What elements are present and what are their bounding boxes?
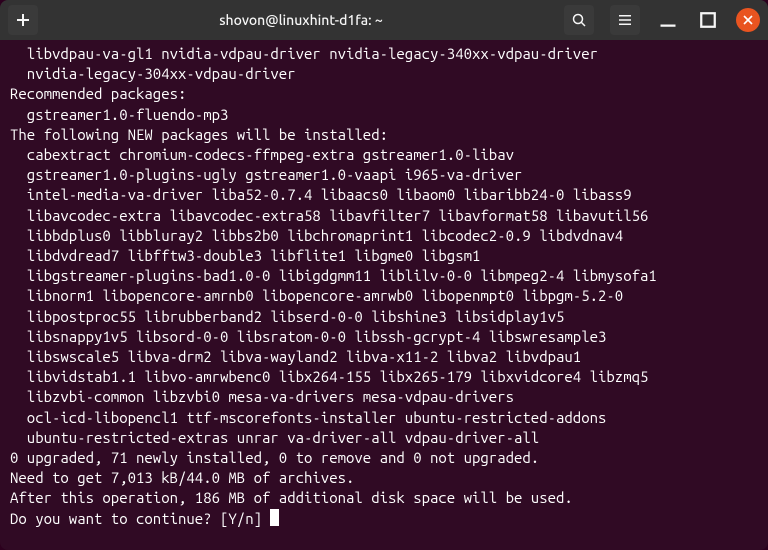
maximize-button[interactable]	[696, 8, 720, 32]
menu-button[interactable]	[610, 5, 640, 35]
search-icon	[571, 12, 587, 28]
titlebar: shovon@linuxhint-d1fa: ~	[0, 0, 768, 40]
terminal-window: shovon@linuxhint-d1fa: ~	[0, 0, 768, 550]
search-button[interactable]	[564, 5, 594, 35]
terminal-cursor	[270, 509, 279, 526]
window-title: shovon@linuxhint-d1fa: ~	[46, 12, 556, 28]
maximize-icon	[696, 8, 720, 32]
close-button[interactable]	[736, 8, 760, 32]
terminal-content[interactable]: libvdpau-va-gl1 nvidia-vdpau-driver nvid…	[0, 40, 768, 550]
hamburger-icon	[617, 12, 633, 28]
close-icon	[743, 15, 753, 25]
new-tab-button[interactable]	[8, 5, 38, 35]
minimize-button[interactable]	[656, 8, 680, 32]
plus-icon	[15, 12, 31, 28]
terminal-output: libvdpau-va-gl1 nvidia-vdpau-driver nvid…	[10, 45, 657, 527]
minimize-icon	[656, 8, 680, 32]
